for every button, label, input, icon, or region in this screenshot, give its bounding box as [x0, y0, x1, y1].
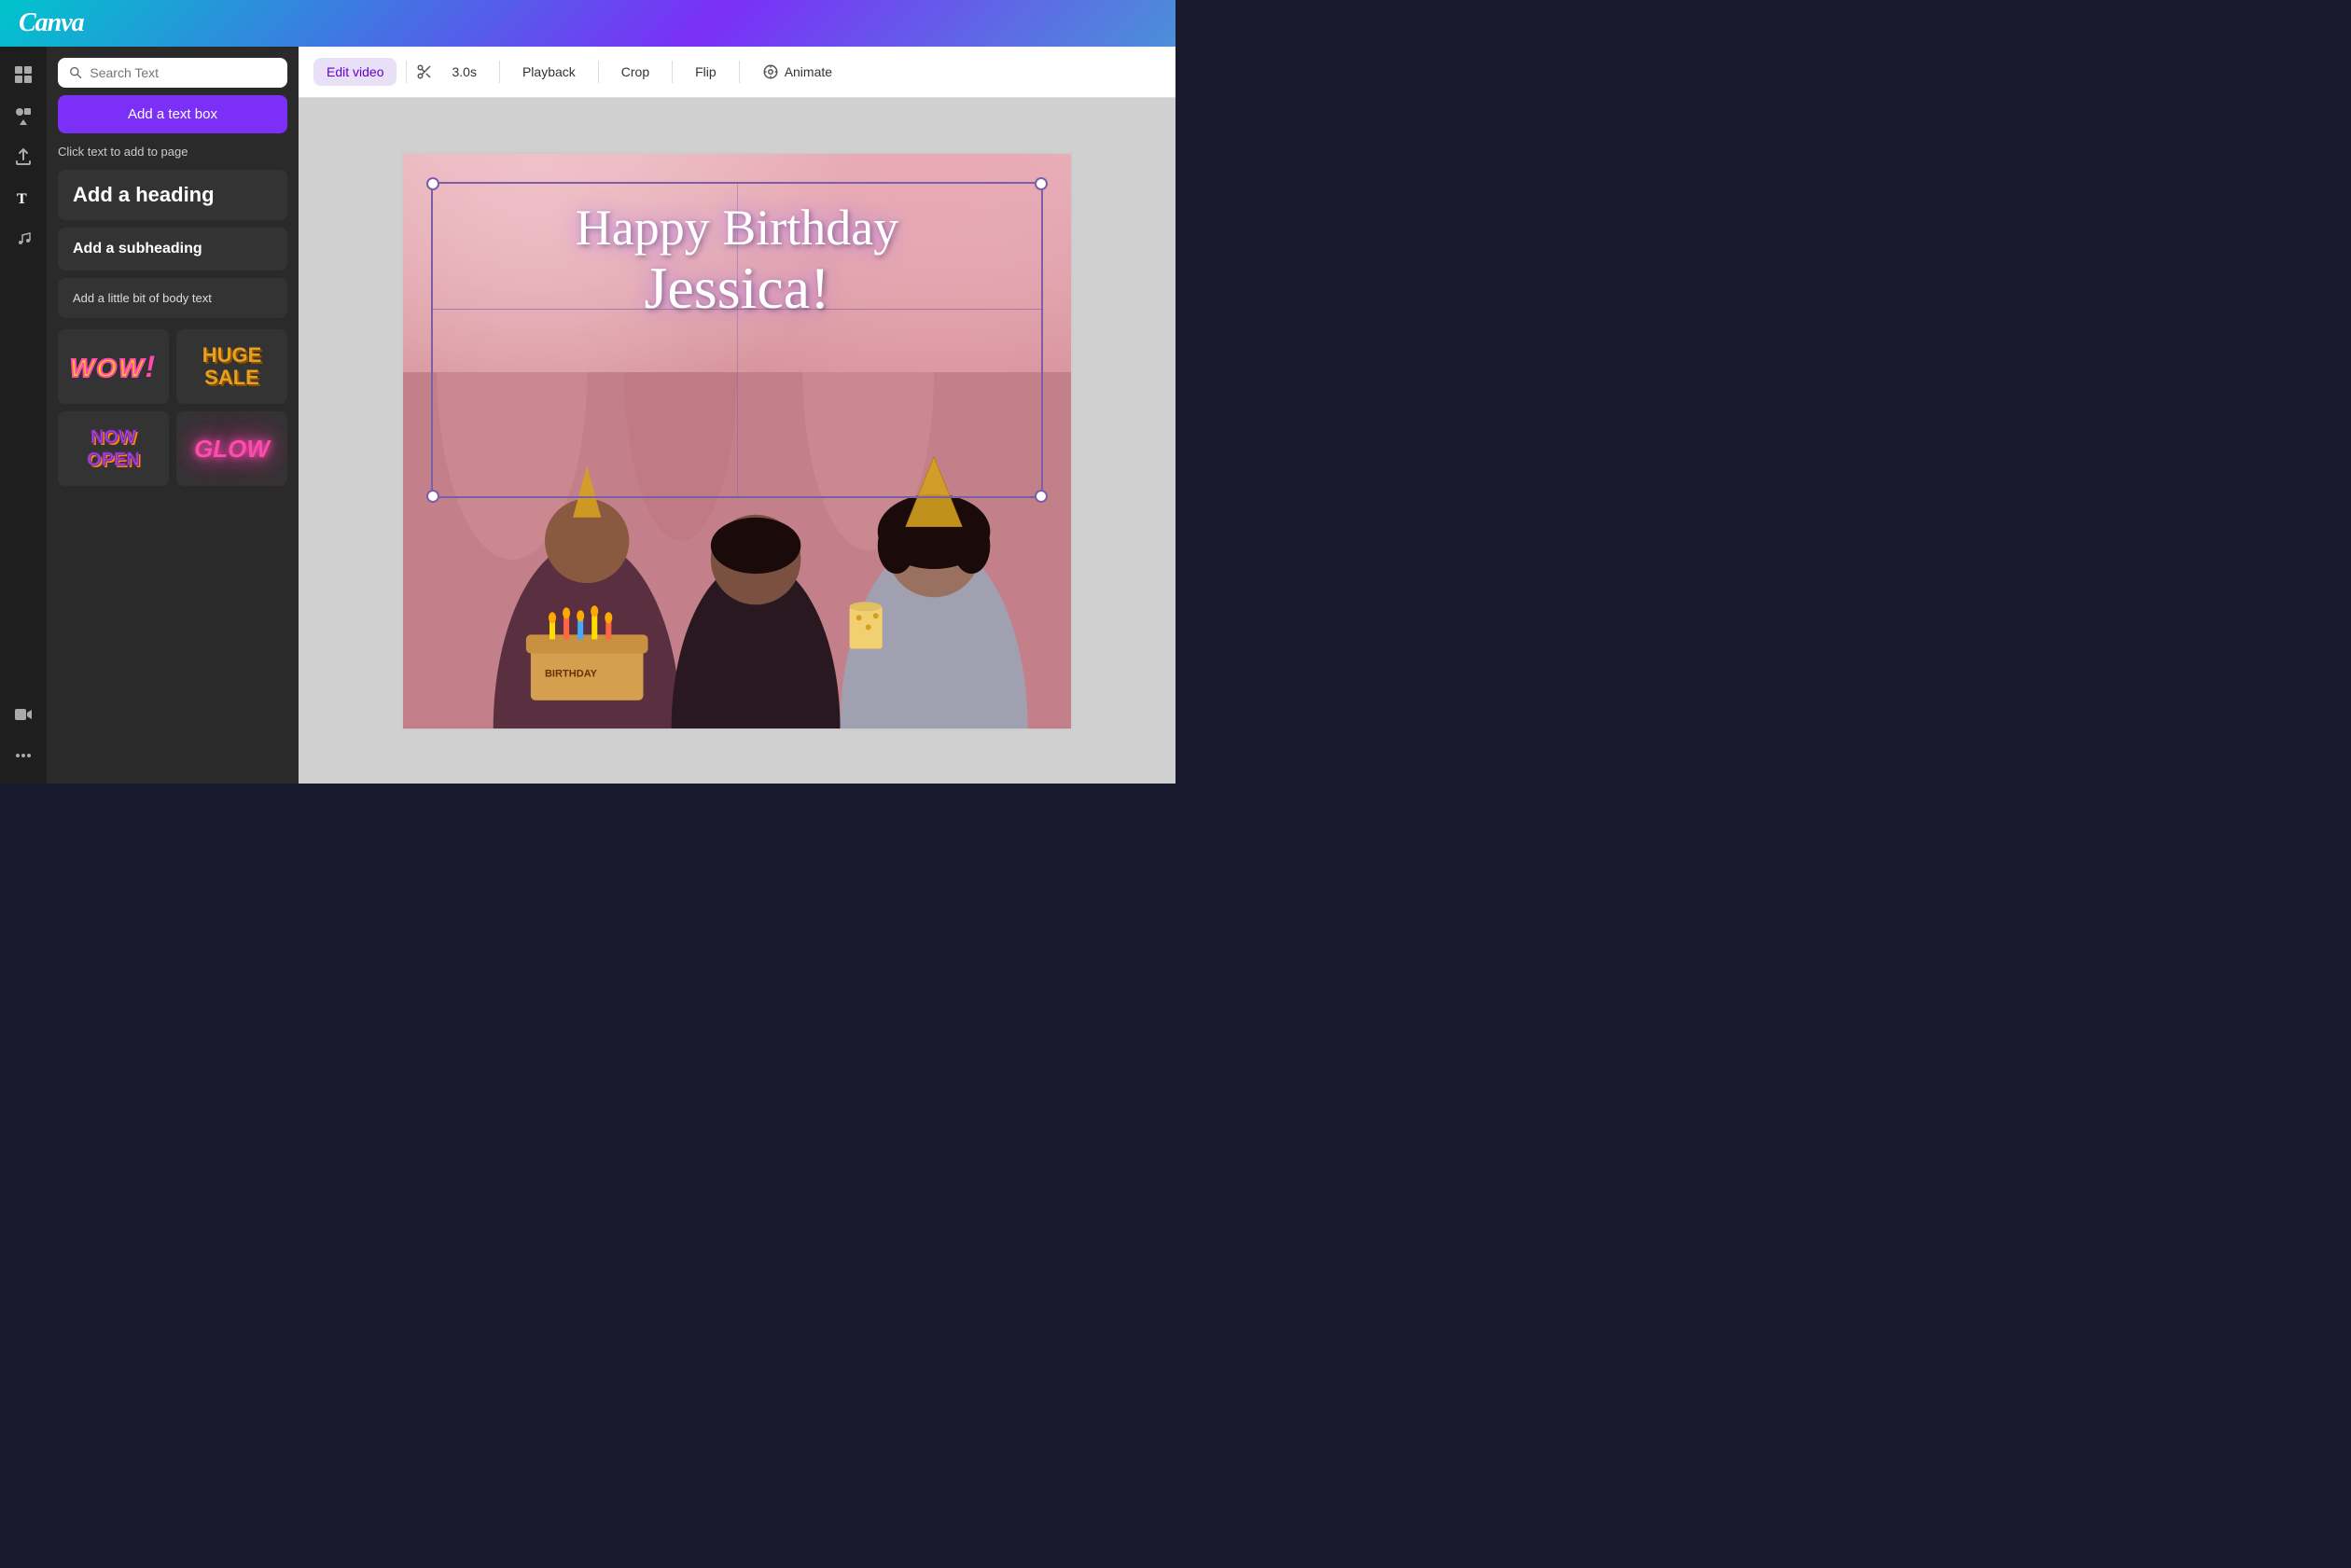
search-icon — [69, 65, 82, 80]
style-card-huge-sale[interactable]: HUGESALE — [176, 329, 287, 404]
sidebar-item-text[interactable]: T — [7, 181, 40, 215]
svg-text:T: T — [17, 191, 27, 207]
canva-logo: Canva — [19, 8, 84, 38]
canvas-content[interactable]: BIRTHDAY — [299, 98, 1176, 784]
animate-icon — [762, 63, 779, 80]
scissors-icon — [416, 63, 433, 80]
svg-text:BIRTHDAY: BIRTHDAY — [545, 668, 598, 679]
birthday-line-1: Happy Birthday — [403, 201, 1071, 256]
add-textbox-button[interactable]: Add a text box — [58, 95, 287, 133]
duration-button[interactable]: 3.0s — [438, 58, 489, 86]
toolbar-separator-2 — [499, 61, 500, 83]
animate-button[interactable]: Animate — [749, 57, 845, 87]
sidebar-item-audio[interactable] — [7, 222, 40, 256]
search-box — [58, 58, 287, 88]
toolbar-separator-1 — [406, 61, 407, 83]
canvas-frame: BIRTHDAY — [401, 152, 1073, 730]
birthday-text-container[interactable]: Happy Birthday Jessica! — [403, 201, 1071, 322]
main-layout: T — [0, 47, 1176, 784]
playback-button[interactable]: Playback — [509, 58, 589, 86]
style-card-wow[interactable]: WOW! — [58, 329, 169, 404]
sidebar-item-more[interactable] — [7, 739, 40, 772]
selection-handle-tr[interactable] — [1035, 177, 1048, 190]
sidebar-item-layout[interactable] — [7, 58, 40, 91]
animate-label: Animate — [785, 64, 832, 79]
toolbar-separator-4 — [672, 61, 673, 83]
sidebar-item-video[interactable] — [7, 698, 40, 731]
huge-sale-text: HUGESALE — [202, 344, 262, 389]
add-body-option[interactable]: Add a little bit of body text — [58, 278, 287, 318]
birthday-line-2: Jessica! — [403, 256, 1071, 321]
selection-handle-bl[interactable] — [426, 490, 439, 503]
crop-button[interactable]: Crop — [608, 58, 662, 86]
now-open-text: NOWOPEN — [87, 426, 140, 471]
selection-handle-br[interactable] — [1035, 490, 1048, 503]
flip-button[interactable]: Flip — [682, 58, 730, 86]
text-panel: Add a text box Click text to add to page… — [47, 47, 299, 784]
text-styles-grid: WOW! HUGESALE NOWOPEN GLOW — [58, 329, 287, 486]
style-card-now-open[interactable]: NOWOPEN — [58, 411, 169, 486]
edit-video-button[interactable]: Edit video — [313, 58, 396, 86]
glow-text: GLOW — [194, 435, 270, 464]
selection-handle-tl[interactable] — [426, 177, 439, 190]
add-subheading-option[interactable]: Add a subheading — [58, 228, 287, 271]
top-toolbar: Edit video 3.0s Playback Crop Flip — [299, 47, 1176, 98]
wow-text: WOW! — [70, 350, 157, 384]
click-text-label: Click text to add to page — [58, 141, 287, 162]
sidebar-item-elements[interactable] — [7, 99, 40, 132]
search-input[interactable] — [90, 65, 276, 80]
toolbar-separator-5 — [739, 61, 740, 83]
app-header: Canva — [0, 0, 1176, 47]
style-card-glow[interactable]: GLOW — [176, 411, 287, 486]
sidebar-item-upload[interactable] — [7, 140, 40, 173]
toolbar-separator-3 — [598, 61, 599, 83]
add-heading-option[interactable]: Add a heading — [58, 170, 287, 220]
icon-sidebar: T — [0, 47, 47, 784]
canvas-area: Edit video 3.0s Playback Crop Flip — [299, 47, 1176, 784]
